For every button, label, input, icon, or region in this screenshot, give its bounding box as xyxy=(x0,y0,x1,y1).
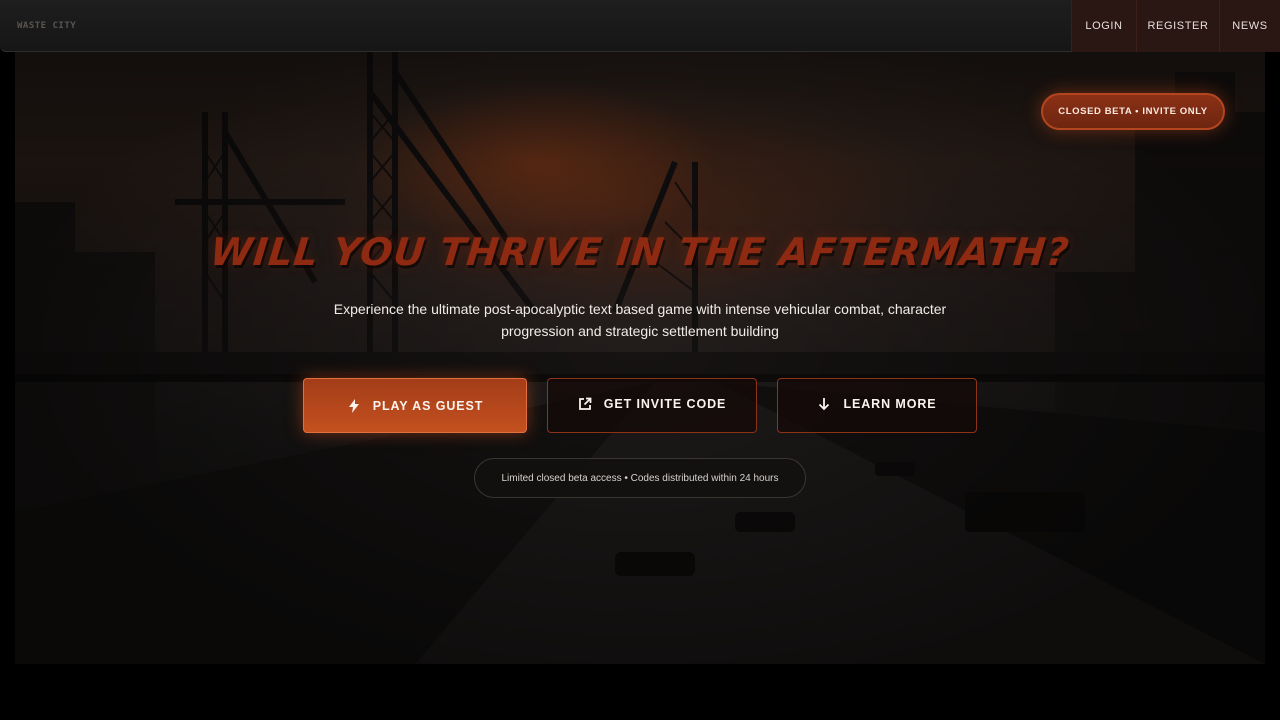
external-link-icon xyxy=(578,397,592,411)
closed-beta-badge: CLOSED BETA • INVITE ONLY xyxy=(1041,93,1225,130)
hero-headline: WILL YOU THRIVE IN THE AFTERMATH? xyxy=(208,230,1072,274)
nav-news-link[interactable]: NEWS xyxy=(1219,0,1280,52)
lightning-icon xyxy=(347,398,361,413)
main-nav: LOGIN REGISTER NEWS xyxy=(1071,0,1280,52)
nav-login-link[interactable]: LOGIN xyxy=(1071,0,1136,52)
background-scene xyxy=(15,52,1265,664)
play-as-guest-button[interactable]: PLAY AS GUEST xyxy=(303,378,527,433)
get-invite-code-label: GET INVITE CODE xyxy=(603,396,727,411)
arrow-down-icon xyxy=(817,397,831,411)
nav-register-link[interactable]: REGISTER xyxy=(1136,0,1219,52)
get-invite-code-button[interactable]: GET INVITE CODE xyxy=(547,378,757,433)
learn-more-button[interactable]: LEARN MORE xyxy=(777,378,977,433)
top-bar: WASTE CITY LOGIN REGISTER NEWS xyxy=(0,0,1280,52)
site-logo[interactable]: WASTE CITY xyxy=(17,21,76,31)
hero-subtitle: Experience the ultimate post-apocalyptic… xyxy=(333,301,947,339)
play-as-guest-label: PLAY AS GUEST xyxy=(372,398,484,413)
scene-vignette xyxy=(15,52,1265,664)
beta-access-notice: Limited closed beta access • Codes distr… xyxy=(474,458,806,498)
learn-more-label: LEARN MORE xyxy=(843,396,937,411)
